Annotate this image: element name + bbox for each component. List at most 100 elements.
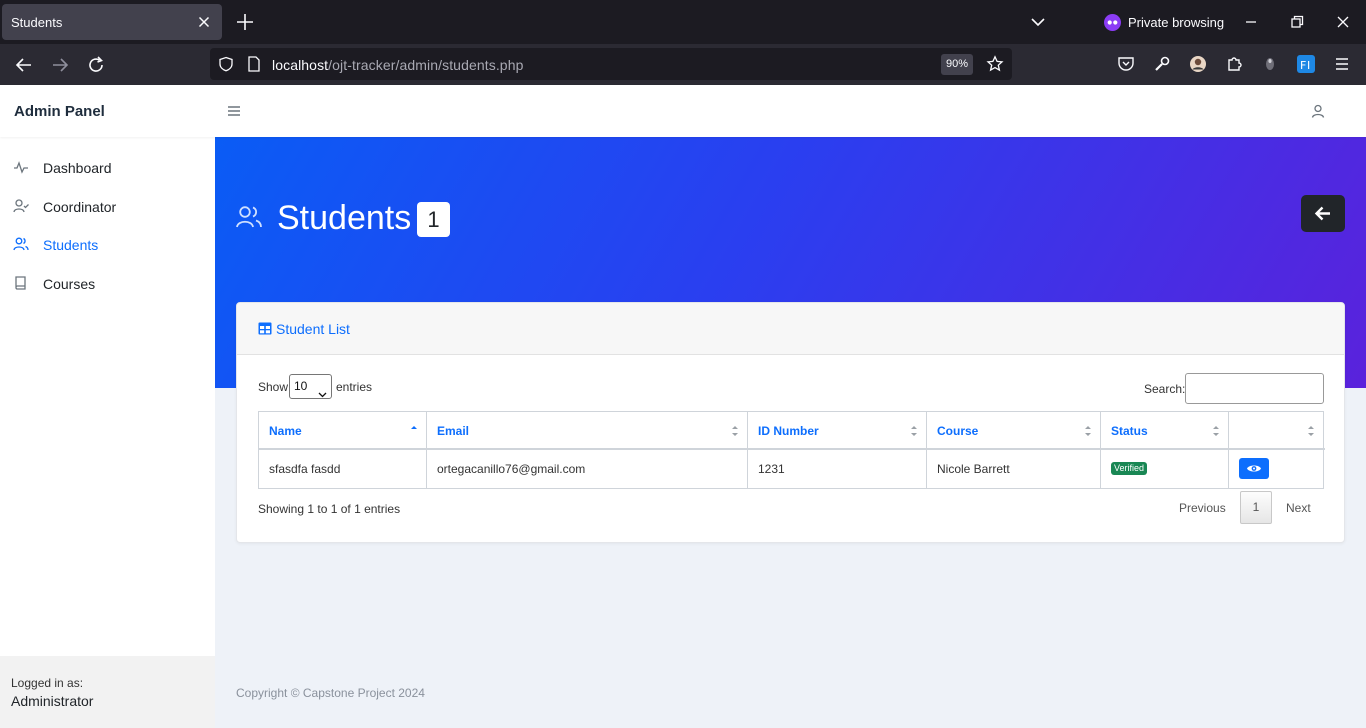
search-input[interactable] bbox=[1185, 373, 1324, 404]
sort-icon bbox=[910, 424, 918, 436]
chevron-down-icon[interactable] bbox=[1029, 13, 1047, 31]
menu-icon[interactable] bbox=[1332, 54, 1352, 74]
zoom-level[interactable]: 90% bbox=[941, 54, 974, 75]
search-label: Search: bbox=[1144, 382, 1186, 396]
page-info-icon[interactable] bbox=[247, 56, 261, 77]
entries-label: entries bbox=[336, 380, 373, 394]
star-icon[interactable] bbox=[986, 55, 1004, 78]
column-header-email[interactable]: Email bbox=[427, 412, 748, 449]
cell-text: 1231 bbox=[758, 462, 785, 476]
sort-icon bbox=[731, 424, 739, 436]
footer-copyright: Copyright © Capstone Project 2024 bbox=[236, 686, 425, 700]
app-topbar: Admin Panel bbox=[0, 85, 1366, 137]
cell-status: Verified bbox=[1101, 450, 1229, 488]
column-header-name[interactable]: Name bbox=[259, 412, 427, 449]
sidebar-item-courses[interactable]: Courses bbox=[0, 264, 215, 302]
browser-tab-strip: Students Private browsing bbox=[0, 0, 1366, 44]
cell-name: sfasdfa fasdd bbox=[259, 450, 427, 488]
view-student-button[interactable] bbox=[1239, 458, 1269, 479]
next-page-button[interactable]: Next bbox=[1286, 501, 1311, 515]
cell-course: Nicole Barrett bbox=[927, 450, 1101, 488]
url-text: localhost/ojt-tracker/admin/students.php bbox=[272, 57, 523, 73]
table-info: Showing 1 to 1 of 1 entries bbox=[258, 502, 401, 516]
close-window-icon[interactable] bbox=[1333, 12, 1353, 32]
eye-icon bbox=[1246, 462, 1262, 480]
sidebar-item-label: Dashboard bbox=[43, 160, 112, 176]
students-table: Name Email ID Number Course Status sfasd… bbox=[258, 411, 1325, 489]
minimize-icon[interactable] bbox=[1241, 12, 1261, 32]
wrench-icon[interactable] bbox=[1152, 54, 1172, 74]
column-header-label: ID Number bbox=[758, 424, 819, 438]
private-mask-icon bbox=[1104, 13, 1121, 31]
sidebar-item-label: Students bbox=[43, 237, 99, 253]
column-header-label: Course bbox=[937, 424, 979, 438]
page-title: Students bbox=[277, 199, 412, 237]
cell-text: sfasdfa fasdd bbox=[269, 462, 341, 476]
entries-per-page-value: 10 bbox=[294, 379, 308, 393]
sidebar-item-dashboard[interactable]: Dashboard bbox=[0, 148, 215, 186]
sidebar: Dashboard Coordinator Students Courses L… bbox=[0, 137, 215, 728]
extension-mouse-icon[interactable] bbox=[1260, 54, 1280, 74]
table-row: sfasdfa fasdd ortegacanillo76@gmail.com … bbox=[259, 450, 1325, 488]
sort-icon bbox=[1212, 424, 1220, 436]
brand-title[interactable]: Admin Panel bbox=[14, 103, 105, 120]
account-avatar-icon[interactable] bbox=[1188, 54, 1208, 74]
column-header-course[interactable]: Course bbox=[927, 412, 1101, 449]
browser-tab[interactable]: Students bbox=[2, 4, 222, 40]
shield-icon[interactable] bbox=[218, 56, 234, 77]
private-browsing-indicator: Private browsing bbox=[1104, 13, 1224, 31]
sidebar-item-students[interactable]: Students bbox=[0, 225, 215, 263]
arrow-left-icon bbox=[1314, 205, 1332, 227]
url-host: localhost bbox=[272, 57, 329, 73]
hamburger-menu-icon[interactable] bbox=[227, 104, 241, 118]
student-count-badge: 1 bbox=[417, 202, 450, 237]
column-header-status[interactable]: Status bbox=[1101, 412, 1229, 449]
previous-page-button[interactable]: Previous bbox=[1179, 501, 1226, 515]
users-icon bbox=[13, 236, 29, 252]
logged-in-label: Logged in as: bbox=[11, 676, 84, 690]
sort-icon bbox=[1084, 424, 1092, 436]
page-1-button[interactable]: 1 bbox=[1240, 491, 1272, 524]
column-header-id-number[interactable]: ID Number bbox=[748, 412, 927, 449]
show-label: Show bbox=[258, 380, 289, 394]
svg-text:F: F bbox=[1300, 59, 1306, 72]
restore-icon[interactable] bbox=[1287, 12, 1307, 32]
sidebar-item-label: Coordinator bbox=[43, 199, 117, 215]
back-arrow-icon[interactable] bbox=[12, 53, 36, 77]
cell-email: ortegacanillo76@gmail.com bbox=[427, 450, 748, 488]
cell-text: Nicole Barrett bbox=[937, 462, 1010, 476]
activity-icon bbox=[13, 159, 29, 175]
address-bar[interactable]: localhost/ojt-tracker/admin/students.php… bbox=[210, 48, 1012, 80]
cell-id-number: 1231 bbox=[748, 450, 927, 488]
browser-toolbar: localhost/ojt-tracker/admin/students.php… bbox=[0, 44, 1366, 85]
close-tab-icon[interactable] bbox=[194, 12, 214, 32]
tab-title: Students bbox=[11, 15, 63, 30]
reload-icon[interactable] bbox=[84, 53, 108, 77]
sidebar-item-coordinator[interactable]: Coordinator bbox=[0, 187, 215, 225]
forward-arrow-icon[interactable] bbox=[48, 53, 72, 77]
logged-in-user: Administrator bbox=[11, 693, 94, 709]
user-account-icon[interactable] bbox=[1310, 103, 1326, 119]
pocket-icon[interactable] bbox=[1116, 54, 1136, 74]
extension-fi-icon[interactable]: FI bbox=[1296, 54, 1316, 74]
book-icon bbox=[13, 275, 29, 291]
back-button[interactable] bbox=[1301, 195, 1345, 232]
cell-actions bbox=[1229, 450, 1323, 488]
card-header: Student List bbox=[237, 303, 1344, 355]
svg-text:I: I bbox=[1307, 59, 1310, 72]
new-tab-icon[interactable] bbox=[234, 11, 256, 33]
sort-icon bbox=[1307, 424, 1315, 436]
user-check-icon bbox=[13, 198, 29, 214]
users-icon bbox=[235, 203, 263, 231]
column-header-label: Email bbox=[437, 424, 470, 438]
entries-per-page-select[interactable]: 10 bbox=[289, 374, 332, 399]
sidebar-item-label: Courses bbox=[43, 276, 96, 292]
url-path: /ojt-tracker/admin/students.php bbox=[328, 57, 524, 73]
column-header-label: Name bbox=[269, 424, 302, 438]
sidebar-footer: Logged in as: Administrator bbox=[0, 656, 215, 728]
extensions-icon[interactable] bbox=[1224, 54, 1244, 74]
column-header-actions[interactable] bbox=[1229, 412, 1323, 449]
web-page: Admin Panel Dashboard Coordinator Studen… bbox=[0, 85, 1366, 728]
column-header-label: Status bbox=[1111, 424, 1148, 438]
status-badge: Verified bbox=[1111, 462, 1148, 475]
